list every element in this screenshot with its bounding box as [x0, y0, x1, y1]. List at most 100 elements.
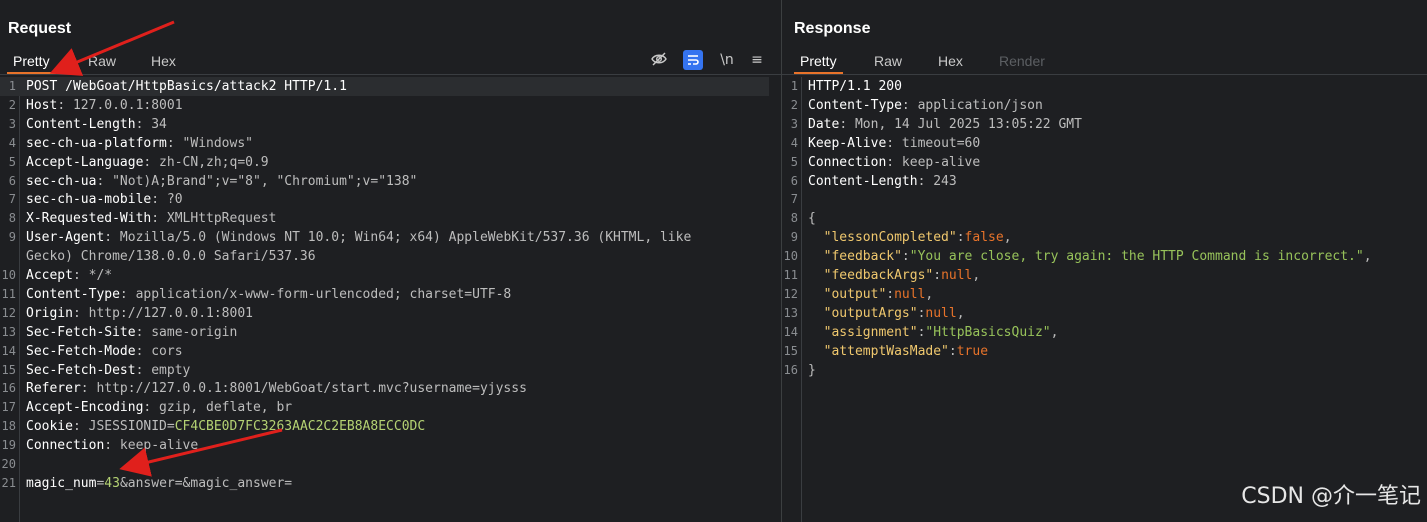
code-token: : [956, 230, 965, 246]
line-code: Accept-Language: zh-CN,zh;q=0.9 [26, 153, 269, 172]
code-token: , [972, 268, 981, 283]
request-line: 19 Connection: keep-alive [0, 436, 781, 455]
code-token: POST /WebGoat/HttpBasics/attack2 HTTP/1.… [26, 79, 347, 94]
line-number: 6 [8, 173, 16, 188]
line-number: 8 [790, 211, 798, 226]
request-line: 17 Accept-Encoding: gzip, deflate, br [0, 398, 781, 417]
newline-toggle-icon[interactable]: \n [717, 50, 737, 70]
menu-icon[interactable]: ≡ [747, 50, 767, 70]
code-token: Accept [26, 268, 73, 283]
code-token: X-Requested-With [26, 211, 152, 227]
line-number: 19 [1, 438, 16, 453]
response-title: Response [794, 20, 871, 37]
response-tab-render: Render [999, 53, 1045, 69]
code-token: : zh-CN,zh;q=0.9 [143, 154, 269, 170]
response-line: 9 "lessonCompleted":false, [782, 228, 1427, 247]
line-code: Content-Type: application/json [808, 96, 1043, 115]
code-token: : Mozilla/5.0 (Windows NT 10.0; Win64; x… [104, 230, 692, 246]
line-number: 13 [783, 305, 798, 320]
request-line: 21 magic_num=43&answer=&magic_answer= [0, 474, 781, 493]
code-token: : cors [135, 343, 183, 359]
request-tab-hex[interactable]: Hex [151, 52, 176, 72]
line-number: 1 [790, 79, 798, 93]
code-token: HTTP/1.1 200 [808, 79, 902, 94]
line-number: 14 [783, 324, 798, 339]
request-line: 20 [0, 455, 781, 474]
request-line: 13 Sec-Fetch-Site: same-origin [0, 323, 781, 342]
code-token: : [933, 268, 942, 283]
code-token: Cookie [26, 419, 73, 435]
code-token: Content-Type [26, 286, 120, 302]
response-line: 14 "assignment":"HttpBasicsQuiz", [782, 323, 1427, 342]
code-token: : timeout=60 [886, 135, 981, 151]
code-token: Accept-Encoding [26, 400, 144, 416]
request-line: 12 Origin: http://127.0.0.1:8001 [0, 304, 781, 323]
line-number: 4 [8, 135, 16, 150]
request-line: 1 POST /WebGoat/HttpBasics/attack2 HTTP/1… [0, 77, 769, 96]
response-tab-raw[interactable]: Raw [874, 52, 902, 72]
line-number: 10 [783, 249, 798, 264]
code-token: User-Agent [26, 230, 105, 246]
request-editor[interactable]: 1 POST /WebGoat/HttpBasics/attack2 HTTP/1… [0, 77, 781, 522]
code-token: : 34 [135, 116, 167, 132]
response-line: 13 "outputArgs":null, [782, 304, 1427, 323]
line-number: 16 [783, 362, 798, 377]
request-line: 10 Accept: */* [0, 266, 781, 285]
line-code: sec-ch-ua-mobile: ?0 [26, 190, 183, 209]
code-token: Connection [808, 154, 887, 170]
line-code: Date: Mon, 14 Jul 2025 13:05:22 GMT [808, 115, 1082, 134]
line-code: User-Agent: Mozilla/5.0 (Windows NT 10.0… [26, 228, 691, 247]
code-token: Content-Length [808, 173, 918, 189]
line-code: Sec-Fetch-Mode: cors [26, 342, 183, 361]
line-code: Accept-Encoding: gzip, deflate, br [26, 398, 292, 417]
line-code: "assignment":"HttpBasicsQuiz", [808, 323, 1059, 342]
code-token: "feedback" [808, 249, 902, 265]
line-code: sec-ch-ua-platform: "Windows" [26, 134, 253, 153]
request-line: 6 sec-ch-ua: "Not)A;Brand";v="8", "Chromi… [0, 172, 781, 191]
response-line: 5 Connection: keep-alive [782, 153, 1427, 172]
request-line: 4 sec-ch-ua-platform: "Windows" [0, 134, 781, 153]
code-token: Sec-Fetch-Mode [26, 343, 136, 359]
code-token: "lessonCompleted" [808, 230, 957, 246]
line-number: 3 [790, 116, 798, 131]
request-line: 15 Sec-Fetch-Dest: empty [0, 361, 781, 380]
line-number: 5 [790, 154, 798, 169]
code-token: Accept-Language [26, 154, 144, 170]
code-token: : keep-alive [886, 154, 981, 170]
response-editor[interactable]: 1 HTTP/1.1 200 2 Content-Type: application/… [782, 77, 1427, 522]
request-tab-raw[interactable]: Raw [88, 52, 116, 72]
code-token: : 127.0.0.1:8001 [57, 97, 183, 113]
hide-eye-icon[interactable] [649, 50, 669, 70]
response-line: 8{ [782, 209, 1427, 228]
line-code: Connection: keep-alive [26, 436, 198, 455]
code-token: sec-ch-ua [26, 173, 97, 189]
code-token: Date [808, 116, 840, 132]
line-number: 15 [1, 362, 16, 377]
response-line: 16} [782, 361, 1427, 380]
wrap-lines-icon[interactable] [683, 50, 703, 70]
code-token: : [948, 343, 957, 359]
request-line: Gecko) Chrome/138.0.0.0 Safari/537.36 [0, 247, 781, 266]
line-number: 2 [8, 97, 16, 112]
code-token: : [886, 286, 895, 302]
response-line: 6 Content-Length: 243 [782, 172, 1427, 191]
code-token: , [1003, 230, 1012, 246]
line-number: 21 [1, 475, 16, 490]
code-token: : gzip, deflate, br [143, 400, 293, 416]
line-code: POST /WebGoat/HttpBasics/attack2 HTTP/1.… [26, 77, 347, 96]
code-token: : 243 [917, 173, 957, 189]
code-token: Content-Type [808, 97, 902, 113]
request-line: 8 X-Requested-With: XMLHttpRequest [0, 209, 781, 228]
line-number: 15 [783, 343, 798, 358]
response-line: 2 Content-Type: application/json [782, 96, 1427, 115]
code-token: : http://127.0.0.1:8001/WebGoat/start.mv… [80, 381, 527, 397]
request-title: Request [8, 20, 72, 37]
response-tab-pretty[interactable]: Pretty [794, 52, 843, 74]
request-line: 5 Accept-Language: zh-CN,zh;q=0.9 [0, 153, 781, 172]
code-token: true [956, 343, 989, 359]
line-number: 18 [1, 419, 16, 434]
request-toolbar: \n ≡ [649, 50, 769, 70]
request-tab-pretty[interactable]: Pretty [7, 52, 56, 74]
line-number: 11 [1, 286, 16, 301]
response-tab-hex[interactable]: Hex [938, 52, 963, 72]
